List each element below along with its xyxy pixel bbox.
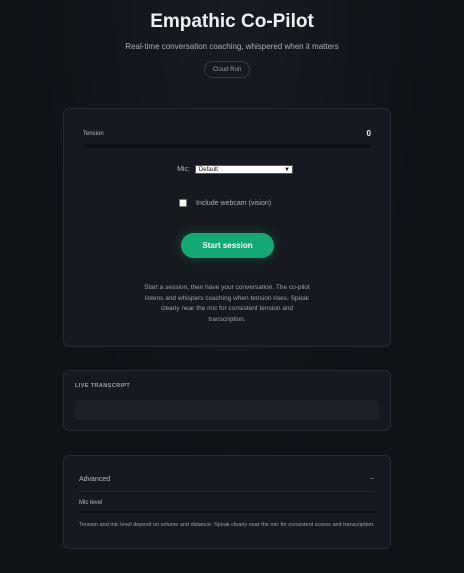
webcam-checkbox[interactable] — [179, 199, 187, 207]
mic-select[interactable]: Default ▼ — [194, 165, 293, 174]
minus-icon[interactable]: – — [370, 475, 374, 482]
mic-select-value: Default — [198, 166, 218, 173]
live-transcript-label: LIVE TRANSCRIPT — [75, 383, 131, 389]
start-session-button[interactable]: Start session — [181, 233, 274, 258]
tension-label: Tension — [83, 131, 104, 137]
page-title: Empathic Co-Pilot — [150, 11, 314, 32]
chevron-down-icon: ▼ — [283, 166, 290, 173]
mic-row: Mic: Default ▼ — [64, 165, 390, 174]
advanced-toggle[interactable]: Advanced — [79, 476, 110, 483]
tension-meter — [83, 144, 371, 148]
advanced-note: Tension and mic level depend on volume a… — [79, 522, 375, 528]
webcam-option[interactable]: Include webcam (vision) — [179, 199, 271, 207]
advanced-panel: Advanced – Mic level Tension and mic lev… — [63, 455, 391, 549]
deployment-badge: Cloud Run — [204, 61, 250, 78]
webcam-label: Include webcam (vision) — [196, 199, 272, 207]
mic-level-label: Mic level — [79, 500, 103, 506]
page-subtitle: Real-time conversation coaching, whisper… — [125, 42, 339, 51]
mic-level-meter — [79, 511, 375, 513]
live-transcript-card: LIVE TRANSCRIPT — [63, 370, 391, 431]
session-card: Tension 0 Mic: Default ▼ Include webcam … — [63, 108, 391, 347]
tension-value: 0 — [366, 129, 371, 138]
transcript-area — [75, 400, 379, 420]
session-help-text: Start a session, then have your conversa… — [144, 284, 310, 323]
divider — [79, 491, 375, 492]
app-page: Empathic Co-Pilot Real-time conversation… — [0, 0, 464, 573]
mic-label: Mic: — [177, 166, 190, 173]
